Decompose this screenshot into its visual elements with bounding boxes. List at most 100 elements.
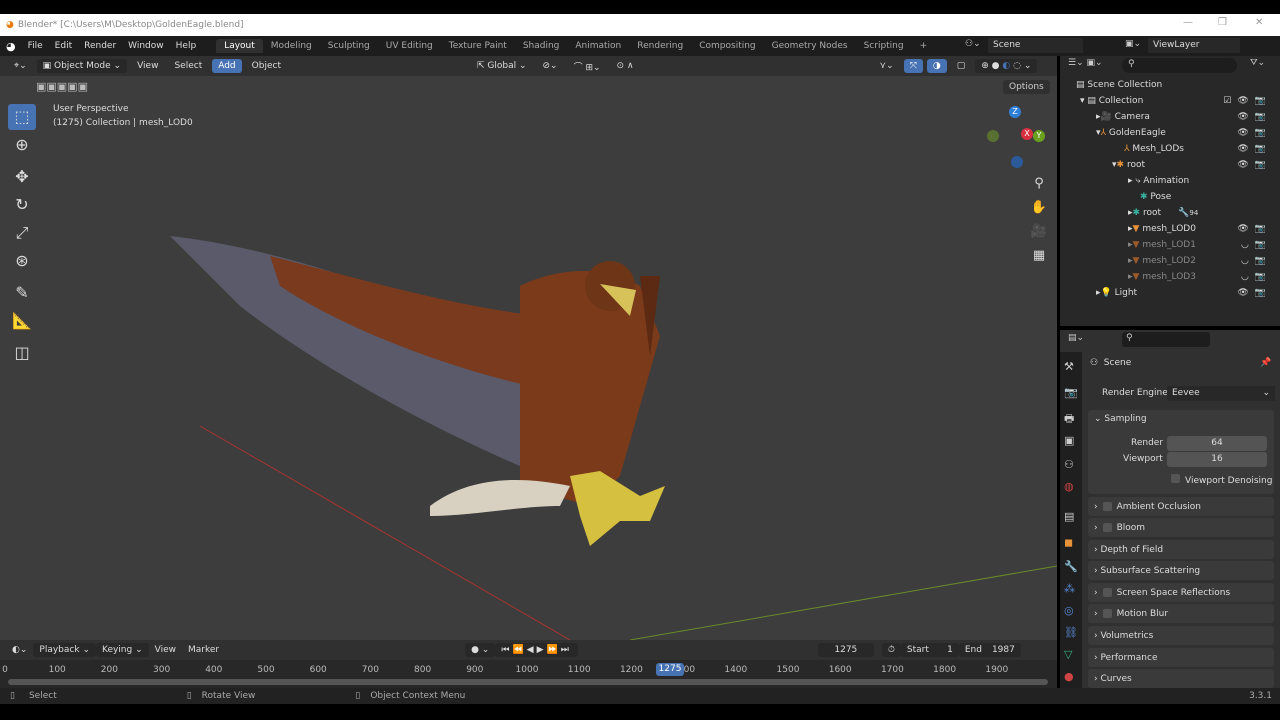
end-frame-field[interactable]: End 1987	[958, 643, 1021, 657]
outliner-item-mesh-lod2[interactable]: ▸ ▼ mesh_LOD2 ◡📷	[1060, 253, 1280, 269]
viewport-samples-field[interactable]: 16	[1167, 452, 1267, 467]
ortho-grid-icon[interactable]: ▦	[1030, 244, 1048, 268]
data-tab-icon[interactable]: ▽	[1064, 648, 1072, 661]
select-menu[interactable]: Select	[168, 59, 208, 73]
visibility-toggles[interactable]: ◡📷	[1241, 272, 1272, 282]
properties-search-input[interactable]: ⚲	[1122, 332, 1210, 347]
visibility-toggles[interactable]: 👁📷	[1237, 128, 1272, 138]
panel-motion-blur[interactable]: › Motion Blur	[1088, 604, 1274, 623]
physics-tab-icon[interactable]: ◎	[1064, 604, 1074, 617]
outliner-item-animation[interactable]: ▸ ⤷ Animation	[1060, 173, 1280, 189]
pivot-icon[interactable]: ⊘⌄	[537, 59, 564, 73]
menu-edit[interactable]: Edit	[49, 41, 78, 51]
navigation-gizmo[interactable]: Z X Y	[985, 102, 1047, 172]
tab-geometry-nodes[interactable]: Geometry Nodes	[764, 39, 856, 53]
menu-file[interactable]: File	[22, 41, 49, 51]
object-tab-icon[interactable]: ◼	[1064, 536, 1073, 549]
collection-tab-icon[interactable]: ▤	[1064, 510, 1074, 523]
add-menu[interactable]: Add	[212, 59, 242, 73]
timeline[interactable]: 0 100 200 300 400 500 600 700 800 900 1000 1100 1200…	[0, 660, 1057, 688]
visibility-toggles[interactable]: 👁📷	[1237, 112, 1272, 122]
timeline-editor-type[interactable]: ◐⌄	[6, 643, 33, 657]
marker-menu[interactable]: Marker	[182, 643, 225, 657]
tab-shading[interactable]: Shading	[515, 39, 568, 53]
object-menu[interactable]: Object	[246, 59, 287, 73]
gizmo-z[interactable]: Z	[1009, 106, 1021, 118]
start-frame-field[interactable]: Start 1	[900, 643, 959, 657]
view-menu[interactable]: View	[131, 59, 164, 73]
pan-hand-icon[interactable]: ✋	[1030, 196, 1048, 220]
keying-menu[interactable]: Keying ⌄	[95, 643, 149, 657]
tab-texture-paint[interactable]: Texture Paint	[441, 39, 515, 53]
outliner-item-mesh-lods[interactable]: ⅄ Mesh_LODs 👁📷	[1060, 141, 1280, 157]
playback-controls[interactable]: ⏮⏪◀▶⏩⏭	[495, 643, 578, 657]
outliner-item-collection[interactable]: ▾ ▤ Collection ☑👁📷	[1060, 93, 1280, 109]
camera-view-icon[interactable]: 🎥	[1030, 220, 1048, 244]
panel-curves[interactable]: › Curves	[1088, 669, 1274, 688]
particles-tab-icon[interactable]: ⁂	[1064, 582, 1075, 595]
visibility-toggles[interactable]: 👁📷	[1237, 160, 1272, 170]
gizmo-neg-z[interactable]	[1011, 156, 1023, 168]
tab-sculpting[interactable]: Sculpting	[320, 39, 378, 53]
visibility-toggles[interactable]: 👁📷	[1237, 224, 1272, 234]
material-tab-icon[interactable]: ●	[1064, 670, 1074, 683]
outliner-item-mesh-lod3[interactable]: ▸ ▼ mesh_LOD3 ◡📷	[1060, 269, 1280, 285]
tab-scripting[interactable]: Scripting	[856, 39, 912, 53]
shading-modes[interactable]: ⊕ ● ◐ ◌ ⌄	[975, 59, 1038, 73]
panel-screen-space-reflections[interactable]: › Screen Space Reflections	[1088, 583, 1274, 602]
filter-icon[interactable]: ⛛⌄	[1250, 58, 1265, 68]
tab-rendering[interactable]: Rendering	[629, 39, 691, 53]
constraints-tab-icon[interactable]: ⛓	[1064, 626, 1078, 639]
gizmo-toggle-icon[interactable]: ⤧	[903, 59, 923, 73]
panel-depth-of-field[interactable]: › Depth of Field	[1088, 540, 1274, 559]
render-tab-icon[interactable]: 📷	[1064, 386, 1078, 399]
tab-layout[interactable]: Layout	[216, 39, 263, 53]
snap-icon[interactable]: ⌒ ⊞⌄	[568, 58, 607, 75]
panel-subsurface-scattering[interactable]: › Subsurface Scattering	[1088, 561, 1274, 580]
view-layer-tab-icon[interactable]: ▣	[1064, 434, 1074, 447]
blender-menu-icon[interactable]: ◕	[0, 40, 22, 53]
pin-icon[interactable]: 📌	[1260, 358, 1271, 368]
tab-compositing[interactable]: Compositing	[691, 39, 763, 53]
visibility-toggles[interactable]: ☑👁📷	[1223, 96, 1272, 106]
tab-modeling[interactable]: Modeling	[263, 39, 320, 53]
outliner-search-input[interactable]: ⚲	[1122, 58, 1237, 73]
3d-viewport[interactable]: ▣▣▣▣▣ Options User Perspective (1275) Co…	[0, 76, 1057, 640]
gizmo-neg-y[interactable]	[987, 130, 999, 142]
menu-render[interactable]: Render	[78, 41, 122, 51]
visibility-toggles[interactable]: ◡📷	[1241, 240, 1272, 250]
visibility-icon[interactable]: ⋎⌄	[874, 59, 900, 73]
tool-tab-icon[interactable]: ⚒	[1064, 360, 1074, 373]
panel-performance[interactable]: › Performance	[1088, 648, 1274, 667]
render-samples-field[interactable]: 64	[1167, 436, 1267, 451]
outliner-item-root-data[interactable]: ▸ ✱ root 🔧 94	[1060, 205, 1280, 221]
outliner-display-mode[interactable]: ☰⌄ ▣⌄	[1068, 58, 1103, 68]
tab-uv-editing[interactable]: UV Editing	[378, 39, 441, 53]
playhead[interactable]: 1275	[656, 663, 684, 676]
mode-selector[interactable]: ▣ Object Mode ⌄	[36, 59, 128, 73]
close-button[interactable]: ✕	[1255, 17, 1263, 28]
outliner-item-mesh-lod0[interactable]: ▸ ▼ mesh_LOD0 👁📷	[1060, 221, 1280, 237]
playback-menu[interactable]: Playback ⌄	[33, 643, 96, 657]
timeline-view-menu[interactable]: View	[149, 643, 182, 657]
panel-bloom[interactable]: › Bloom	[1088, 518, 1274, 537]
viewport-denoising-checkbox[interactable]: Viewport Denoising	[1166, 474, 1272, 486]
zoom-icon[interactable]: ⚲	[1030, 172, 1048, 196]
gizmo-y[interactable]: Y	[1033, 130, 1045, 142]
timeline-scrollbar[interactable]	[8, 679, 1048, 685]
view-layer-selector[interactable]: ViewLayer	[1148, 38, 1240, 53]
scene-icon[interactable]: ⚇⌄	[965, 39, 981, 49]
panel-volumetrics[interactable]: › Volumetrics	[1088, 626, 1274, 645]
view-layer-icon[interactable]: ▣⌄	[1125, 39, 1141, 49]
outliner-scene-collection[interactable]: ▤ Scene Collection	[1060, 77, 1280, 93]
world-tab-icon[interactable]: ◍	[1064, 480, 1074, 493]
visibility-toggles[interactable]: 👁📷	[1237, 288, 1272, 298]
visibility-toggles[interactable]: ◡📷	[1241, 256, 1272, 266]
add-workspace-button[interactable]: +	[912, 39, 936, 53]
auto-keying-button[interactable]: ● ⌄	[465, 643, 496, 657]
panel-ambient-occlusion[interactable]: › Ambient Occlusion	[1088, 497, 1274, 516]
stopwatch-icon[interactable]: ⏱	[881, 643, 901, 657]
scene-selector[interactable]: Scene	[988, 38, 1083, 53]
current-frame-field[interactable]: 1275	[817, 643, 874, 657]
menu-window[interactable]: Window	[122, 41, 170, 51]
